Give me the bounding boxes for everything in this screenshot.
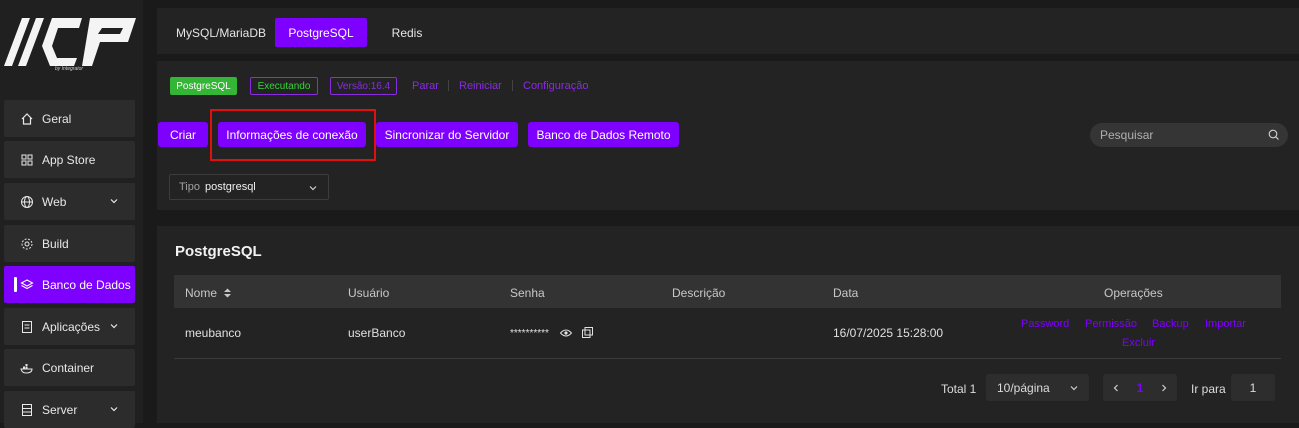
sidebar-item-label: Container	[42, 360, 95, 375]
sidebar-item-label: Aplicações	[42, 319, 101, 334]
permission-link[interactable]: Permissão	[1085, 318, 1137, 330]
sidebar: by Integrator Geral App Store Web Build …	[0, 0, 143, 428]
import-link[interactable]: Importar	[1205, 318, 1246, 330]
gear-icon	[20, 237, 34, 251]
sort-icon	[224, 288, 232, 298]
sidebar-item-label: Server	[42, 402, 78, 417]
table-title: PostgreSQL	[175, 243, 262, 260]
home-icon	[20, 112, 34, 126]
sidebar-item-label: Banco de Dados	[42, 277, 131, 292]
layers-icon	[20, 278, 34, 292]
cell-nome: meubanco	[185, 326, 242, 340]
server-icon	[20, 403, 34, 417]
database-list-panel: PostgreSQL Nome Usuário Senha Descrição …	[157, 226, 1299, 423]
status-badge: Executando	[250, 77, 318, 95]
logo-subtitle: by Integrator	[55, 66, 84, 72]
backup-link[interactable]: Backup	[1152, 318, 1189, 330]
delete-link[interactable]: Excluir	[1122, 337, 1155, 349]
globe-icon	[20, 195, 34, 209]
sidebar-item-banco-de-dados[interactable]: Banco de Dados	[4, 266, 135, 303]
divider	[448, 80, 449, 91]
version-badge: Versão:16.4	[330, 77, 397, 95]
tab-redis[interactable]: Redis	[367, 18, 447, 47]
column-header-usuario: Usuário	[348, 286, 390, 300]
database-tabs: MySQL/MariaDB PostgreSQL Redis	[157, 8, 1299, 54]
chevron-down-icon	[1070, 386, 1078, 391]
sidebar-item-server[interactable]: Server	[4, 391, 135, 428]
sidebar-item-build[interactable]: Build	[4, 225, 135, 262]
sidebar-item-label: Build	[42, 236, 69, 251]
active-indicator	[14, 277, 17, 292]
pager: 1	[1103, 374, 1177, 401]
docker-icon	[20, 361, 34, 375]
chevron-down-icon	[110, 407, 118, 412]
chevron-down-icon	[110, 324, 118, 329]
sidebar-item-web[interactable]: Web	[4, 183, 135, 220]
tab-mysql[interactable]: MySQL/MariaDB	[167, 18, 275, 47]
column-header-operacoes: Operações	[1104, 286, 1163, 300]
sidebar-item-container[interactable]: Container	[4, 349, 135, 386]
page-size-value: 10/página	[997, 380, 1050, 395]
sidebar-item-label: Web	[42, 194, 67, 209]
column-header-senha: Senha	[510, 286, 545, 300]
column-label: Nome	[185, 286, 218, 300]
current-page[interactable]: 1	[1137, 381, 1144, 395]
remote-db-button[interactable]: Banco de Dados Remoto	[528, 122, 679, 147]
password-link[interactable]: Password	[1021, 318, 1069, 330]
column-header-nome[interactable]: Nome	[185, 286, 232, 300]
chevron-down-icon	[110, 199, 118, 204]
chevron-left-icon[interactable]	[1112, 383, 1120, 393]
cell-senha: **********	[510, 328, 549, 339]
search-icon	[1268, 129, 1279, 140]
service-badge: PostgreSQL	[170, 77, 237, 95]
tab-postgresql[interactable]: PostgreSQL	[275, 18, 367, 47]
cell-usuario: userBanco	[348, 326, 406, 340]
divider	[512, 80, 513, 91]
column-header-data: Data	[833, 286, 859, 300]
sidebar-item-app-store[interactable]: App Store	[4, 141, 135, 178]
eye-icon[interactable]	[560, 328, 572, 338]
config-link[interactable]: Configuração	[523, 80, 588, 92]
cell-data: 16/07/2025 15:28:00	[833, 326, 944, 340]
restart-link[interactable]: Reiniciar	[459, 80, 502, 92]
create-button[interactable]: Criar	[158, 122, 208, 147]
type-select[interactable]: Tipo postgresql	[169, 174, 329, 200]
grid-icon	[20, 153, 34, 167]
sync-server-button[interactable]: Sincronizar do Servidor	[376, 122, 518, 147]
page-size-select[interactable]: 10/página	[986, 374, 1089, 401]
sidebar-item-label: App Store	[42, 152, 96, 167]
search-input[interactable]: Pesquisar	[1090, 123, 1288, 147]
goto-page-input[interactable]: 1	[1231, 374, 1275, 401]
search-placeholder: Pesquisar	[1100, 128, 1154, 142]
copy-icon[interactable]	[582, 327, 593, 338]
service-panel: PostgreSQL Executando Versão:16.4 Parar …	[157, 61, 1299, 210]
table-header: Nome Usuário Senha Descrição Data Operaç…	[174, 275, 1281, 308]
stop-link[interactable]: Parar	[412, 80, 439, 92]
highlight-box	[210, 109, 376, 161]
chevron-down-icon	[309, 186, 317, 191]
goto-label: Ir para	[1191, 382, 1226, 396]
column-header-descricao: Descrição	[672, 286, 726, 300]
chevron-right-icon[interactable]	[1160, 383, 1168, 393]
sidebar-item-geral[interactable]: Geral	[4, 100, 135, 137]
sidebar-item-aplicacoes[interactable]: Aplicações	[4, 308, 135, 345]
sidebar-item-label: Geral	[42, 111, 72, 126]
type-select-value: postgresql	[205, 181, 256, 193]
pagination-total: Total 1	[941, 382, 977, 396]
type-select-label: Tipo	[179, 181, 200, 193]
document-icon	[20, 320, 34, 334]
table-row: meubanco userBanco ********** 16/07/2025…	[174, 308, 1281, 359]
